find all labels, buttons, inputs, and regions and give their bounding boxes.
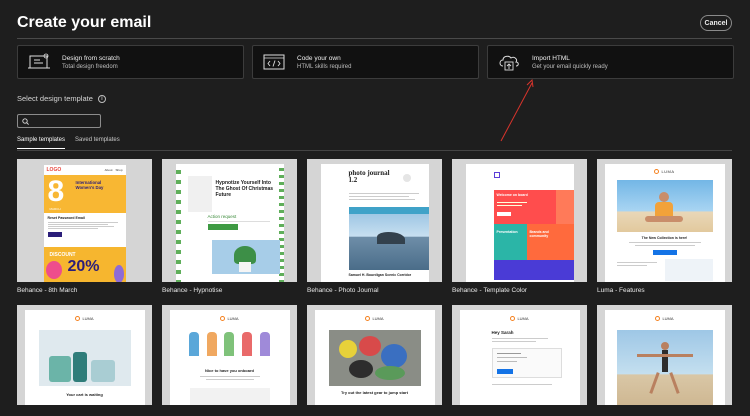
template-thumbnail[interactable]: Hypnotize Yourself Into The Ghost Of Chr…: [162, 159, 297, 282]
card-caption: Your cart is waiting: [66, 392, 103, 397]
template-card[interactable]: LUMA Hey Sarah: [452, 305, 587, 416]
template-label: Behance - 8th March: [17, 287, 78, 294]
template-thumbnail[interactable]: LUMA Nice to have you onboard: [162, 305, 297, 405]
template-label: [597, 410, 732, 416]
brand-name: LUMA: [227, 316, 239, 321]
template-thumbnail[interactable]: Welcome on board Presentation Brands and…: [452, 159, 587, 282]
card-caption: Nice to have you onboard: [205, 368, 254, 373]
section-title-text: Select design template: [17, 94, 93, 103]
option-subtitle: Total design freedom: [62, 63, 118, 70]
luma-logo-icon: [365, 316, 371, 321]
template-card[interactable]: LUMA The New Collection is here! Luma - …: [597, 159, 732, 297]
cloud-upload-icon: [494, 50, 524, 74]
option-title: Design from scratch: [62, 54, 120, 62]
option-subtitle: Get your email quickly ready: [532, 63, 608, 70]
template-card[interactable]: photo journal 1.2 Samuel H. Bourdigan Sc…: [307, 159, 442, 297]
welcome-text: Welcome on board: [496, 193, 528, 197]
design-canvas-icon: [24, 50, 54, 74]
luma-logo-icon: [220, 316, 226, 321]
brand-name: LUMA: [372, 316, 384, 321]
option-code-your-own[interactable]: Code your own HTML skills required: [252, 45, 479, 79]
template-thumbnail[interactable]: photo journal 1.2 Samuel H. Bourdigan Sc…: [307, 159, 442, 282]
hero-headline: International Women's Day: [75, 180, 104, 190]
reset-title: Reset Password Email: [47, 216, 85, 220]
luma-logo-icon: [655, 316, 661, 321]
option-title: Code your own: [297, 54, 341, 62]
template-label: [307, 410, 442, 416]
collection-text: The New Collection is here!: [641, 236, 688, 240]
template-thumbnail[interactable]: LOGO About Shop 8 MARCH International Wo…: [17, 159, 152, 282]
cancel-button[interactable]: Cancel: [700, 15, 732, 31]
template-card[interactable]: LOGO About Shop 8 MARCH International Wo…: [17, 159, 152, 297]
template-thumbnail[interactable]: LUMA Try out the latest gear to jump sta…: [307, 305, 442, 405]
logo-text: LOGO: [46, 167, 62, 173]
section-title: Select design template i: [17, 94, 106, 103]
template-grid: LOGO About Shop 8 MARCH International Wo…: [17, 159, 732, 416]
journal-caption: Samuel H. Bourdigan Scenic Corridor: [348, 273, 412, 277]
template-card[interactable]: LUMA Nice to have you onboard: [162, 305, 297, 416]
greeting: Hey Sarah: [491, 330, 514, 335]
brand-name: LUMA: [661, 169, 675, 174]
template-tabs: Sample templates Saved templates: [17, 137, 120, 149]
option-design-from-scratch[interactable]: Design from scratch Total design freedom: [17, 45, 244, 79]
code-editor-icon: [259, 50, 289, 74]
big-number: 8: [47, 175, 65, 208]
action-label: Action request: [207, 214, 237, 219]
template-card[interactable]: LUMA Your cart is waiting: [17, 305, 152, 416]
template-card[interactable]: Hypnotize Yourself Into The Ghost Of Chr…: [162, 159, 297, 297]
card-caption: Try out the latest gear to jump start: [341, 390, 408, 395]
luma-logo-icon: [654, 169, 660, 174]
tabs-divider: [17, 150, 732, 151]
template-thumbnail[interactable]: LUMA Your cart is waiting: [17, 305, 152, 405]
brand-name: LUMA: [82, 316, 94, 321]
template-card[interactable]: LUMA: [597, 305, 732, 416]
header-divider: [17, 38, 732, 39]
template-label: Behance - Photo Journal: [307, 287, 379, 294]
brand-name: LUMA: [662, 316, 674, 321]
luma-logo-icon: [75, 316, 81, 321]
discount-percent: 20%: [67, 258, 100, 275]
nav-link: Shop: [115, 168, 123, 172]
template-card[interactable]: LUMA Try out the latest gear to jump sta…: [307, 305, 442, 416]
template-label: [452, 410, 587, 416]
info-icon[interactable]: i: [97, 94, 106, 103]
template-thumbnail[interactable]: LUMA Hey Sarah: [452, 305, 587, 405]
template-thumbnail[interactable]: LUMA The New Collection is here!: [597, 159, 732, 282]
search-icon: [22, 112, 29, 130]
template-label: Behance - Hypnotise: [162, 287, 223, 294]
luma-logo-icon: [510, 316, 516, 321]
template-label: [17, 410, 152, 416]
hero-headline: Hypnotize Yourself Into The Ghost Of Chr…: [215, 180, 274, 198]
template-label: Behance - Template Color: [452, 287, 528, 294]
template-card[interactable]: Welcome on board Presentation Brands and…: [452, 159, 587, 297]
option-title: Import HTML: [532, 54, 570, 62]
brand-name: LUMA: [517, 316, 529, 321]
tab-saved-templates[interactable]: Saved templates: [75, 137, 120, 149]
search-input[interactable]: [32, 118, 102, 124]
nav-link: About: [104, 168, 113, 172]
template-label: [162, 410, 297, 416]
month-label: MARCH: [49, 207, 61, 211]
presentation-text: Presentation: [496, 230, 518, 234]
page-title: Create your email: [17, 14, 152, 31]
template-thumbnail[interactable]: LUMA: [597, 305, 732, 405]
template-label: Luma - Features: [597, 287, 645, 294]
search-box[interactable]: [17, 112, 102, 130]
option-import-html[interactable]: Import HTML Get your email quickly ready: [487, 45, 734, 79]
brands-text: Brands and community: [529, 230, 549, 238]
tab-sample-templates[interactable]: Sample templates: [17, 137, 66, 149]
option-subtitle: HTML skills required: [297, 63, 352, 70]
journal-title: photo journal 1.2: [348, 169, 390, 185]
